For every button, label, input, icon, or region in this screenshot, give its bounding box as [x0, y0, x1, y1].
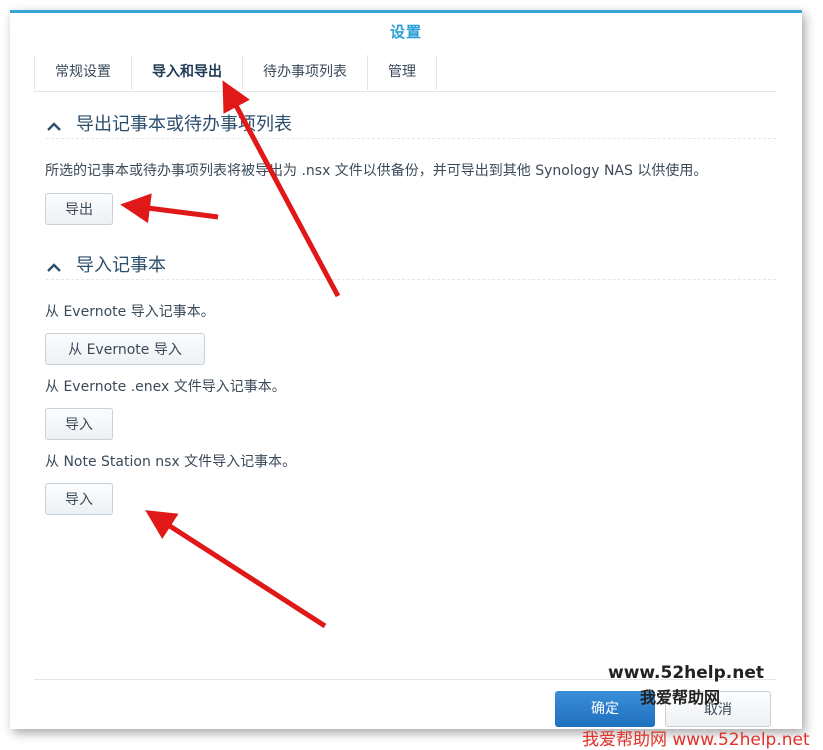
import-from-evernote-button[interactable]: 从 Evernote 导入 [45, 333, 205, 365]
watermark-footer: 我爱帮助网 www.52help.net [582, 730, 810, 750]
window-title: 设置 [389, 23, 422, 41]
export-section-header[interactable]: 导出记事本或待办事项列表 [46, 110, 776, 139]
import-section-header[interactable]: 导入记事本 [46, 251, 776, 280]
nsx-import-description: 从 Note Station nsx 文件导入记事本。 [45, 454, 297, 470]
chevron-up-icon[interactable] [46, 114, 66, 135]
watermark-url: www.52help.net [608, 663, 764, 683]
enex-import-description: 从 Evernote .enex 文件导入记事本。 [45, 379, 286, 395]
import-enex-button[interactable]: 导入 [45, 408, 113, 440]
chevron-up-icon[interactable] [46, 255, 66, 276]
watermark-site-name: 我爱帮助网 [640, 688, 721, 707]
tab-todo-list[interactable]: 待办事项列表 [243, 55, 368, 90]
export-description: 所选的记事本或待办事项列表将被导出为 .nsx 文件以供备份，并可导出到其他 S… [45, 163, 708, 179]
import-nsx-button[interactable]: 导入 [45, 483, 113, 515]
tab-bar: 常规设置 导入和导出 待办事项列表 管理 [34, 55, 776, 92]
export-section-title: 导出记事本或待办事项列表 [76, 114, 292, 135]
settings-window: 设置 常规设置 导入和导出 待办事项列表 管理 导出记事本或待办事项列表 所选的… [10, 10, 802, 729]
export-button[interactable]: 导出 [45, 193, 113, 225]
tab-import-export[interactable]: 导入和导出 [132, 55, 243, 90]
tab-general[interactable]: 常规设置 [34, 55, 132, 90]
tab-manage[interactable]: 管理 [368, 55, 437, 90]
import-section-title: 导入记事本 [76, 255, 166, 276]
evernote-import-description: 从 Evernote 导入记事本。 [45, 304, 215, 320]
